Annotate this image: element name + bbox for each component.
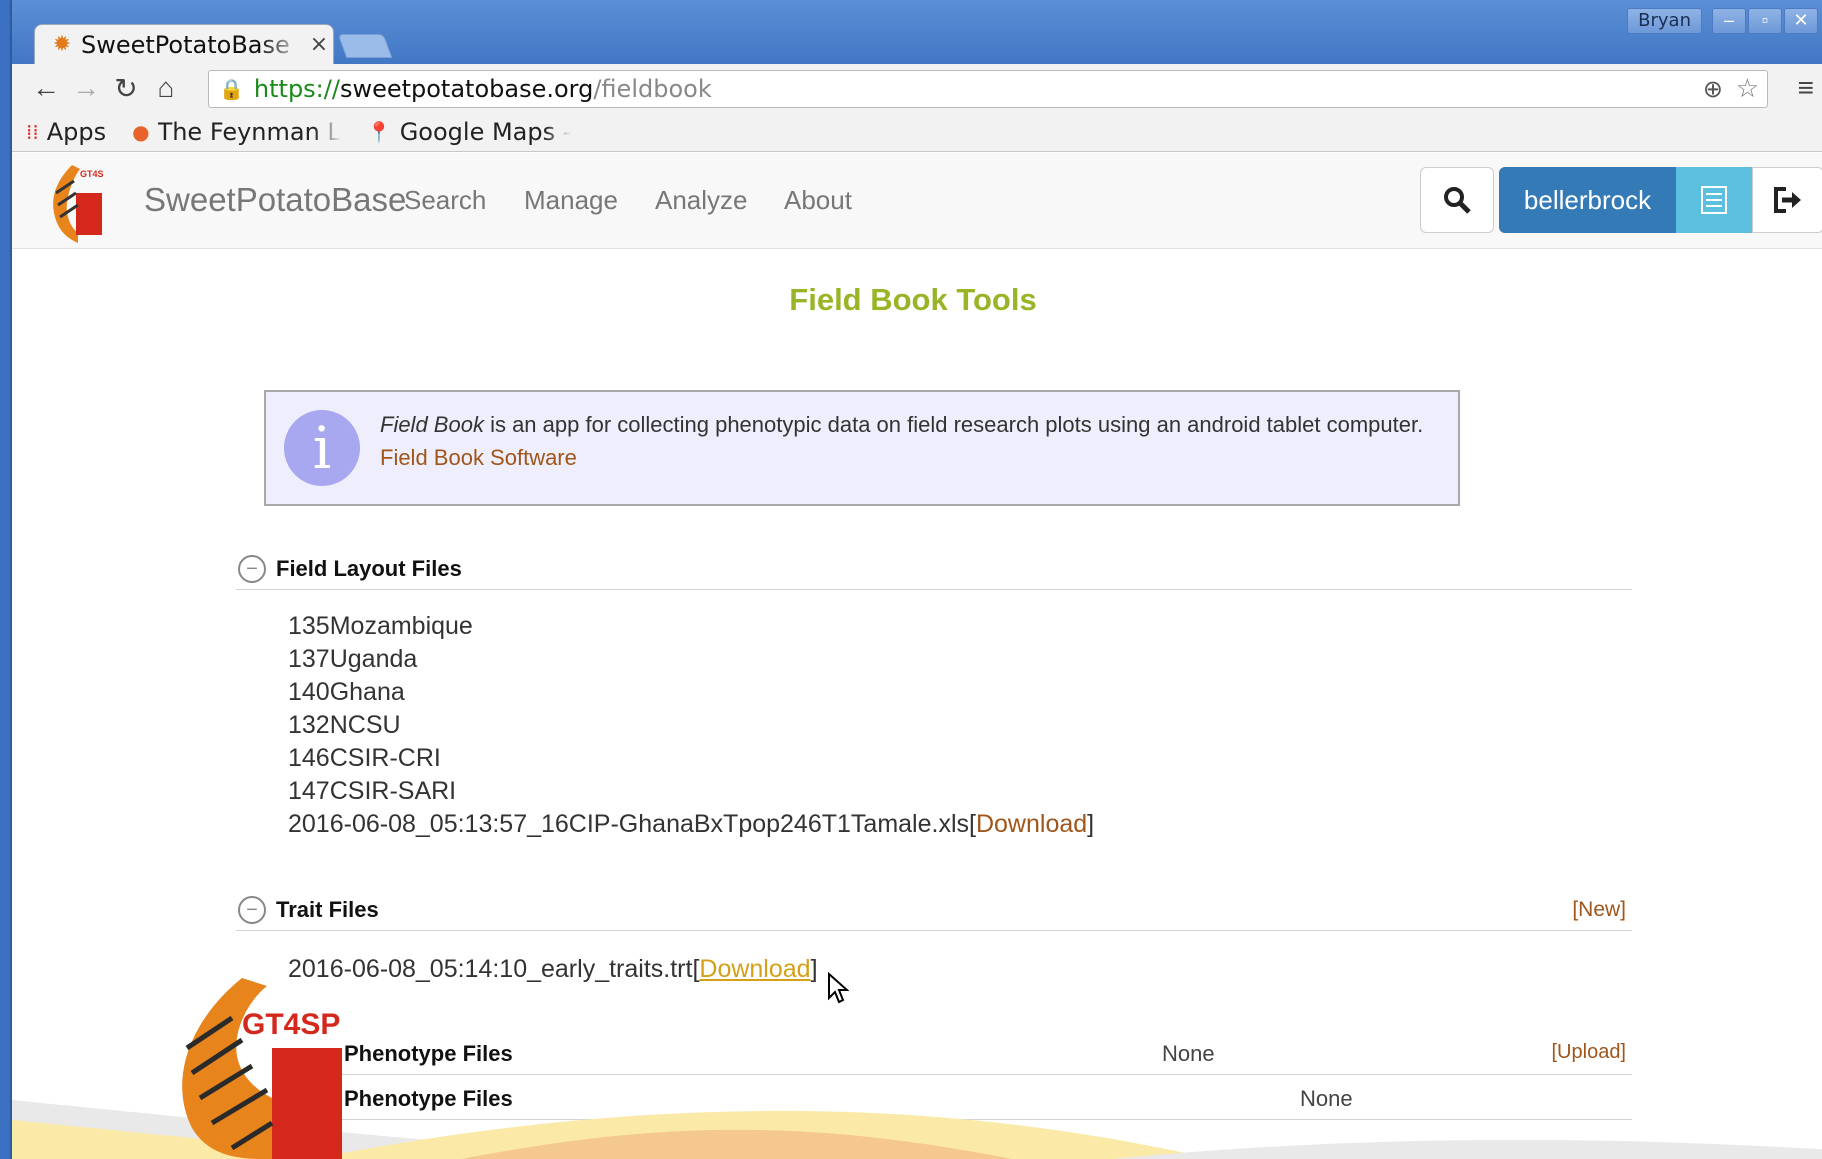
- sweetpotato-favicon-icon: ✹: [52, 32, 72, 57]
- row-label: Phenotype Files: [344, 1041, 513, 1066]
- gt4sp-logo-text: GT4SP: [242, 1008, 341, 1041]
- profile-chip[interactable]: Bryan: [1627, 8, 1702, 34]
- zoom-icon[interactable]: ⊕: [1703, 75, 1723, 103]
- nav-analyze[interactable]: Analyze: [655, 185, 748, 216]
- minimize-icon[interactable]: –: [1712, 8, 1746, 34]
- title-bar: ✹ SweetPotatoBase × Bryan – ▫ ✕: [12, 0, 1822, 64]
- trait-files-section-header[interactable]: − Trait Files [New]: [236, 889, 1632, 931]
- mouse-cursor-icon: [828, 972, 849, 1004]
- new-tab-button[interactable]: [337, 34, 393, 58]
- bookmark-google-maps[interactable]: 📍 Google Maps -: [367, 118, 572, 146]
- list-item[interactable]: 146CSIR-CRI: [288, 742, 1094, 775]
- address-bar[interactable]: 🔒 https://sweetpotatobase.org/fieldbook …: [208, 70, 1768, 108]
- field-layout-file-list: 135Mozambique 137Uganda 140Ghana 132NCSU…: [288, 610, 1094, 841]
- browser-toolbar: ← → ↻ ⌂ 🔒 https://sweetpotatobase.org/fi…: [12, 64, 1822, 112]
- lock-icon: 🔒: [219, 77, 244, 101]
- list-item: 2016-06-08_05:13:57_16CIP-GhanaBxTpop246…: [288, 810, 1095, 838]
- menu-icon[interactable]: ≡: [1798, 72, 1814, 104]
- bookmark-feynman[interactable]: ● The Feynman L: [132, 118, 341, 146]
- page-title: Field Book Tools: [789, 282, 1037, 317]
- file-name: 2016-06-08_05:14:10_early_traits.trt: [288, 955, 693, 983]
- maps-pin-icon: 📍: [366, 119, 392, 144]
- download-link[interactable]: Download: [976, 810, 1087, 838]
- list-item[interactable]: 147CSIR-SARI: [288, 775, 1094, 808]
- row-value: None: [1162, 1041, 1215, 1066]
- back-icon[interactable]: ←: [26, 68, 66, 108]
- logout-icon: [1774, 187, 1801, 213]
- bookmark-label: Google Maps -: [399, 117, 572, 146]
- svg-text:GT4SP: GT4SP: [80, 169, 104, 179]
- upload-link[interactable]: [Upload]: [1552, 1041, 1627, 1064]
- info-description: is an app for collecting phenotypic data…: [483, 412, 1424, 437]
- list-item: 2016-06-08_05:14:10_early_traits.trt[Dow…: [288, 955, 818, 983]
- info-icon: i: [284, 410, 360, 486]
- field-layout-section-header[interactable]: − Field Layout Files: [236, 548, 1632, 590]
- logout-button[interactable]: [1752, 167, 1822, 233]
- info-text: Field Book is an app for collecting phen…: [380, 412, 1423, 438]
- home-icon[interactable]: ⌂: [146, 68, 186, 108]
- gt4sp-footer-logo: [182, 978, 342, 1159]
- user-button[interactable]: bellerbrock: [1499, 167, 1676, 233]
- url-host: sweetpotatobase.org: [339, 75, 594, 103]
- field-book-software-link[interactable]: Field Book Software: [380, 445, 577, 471]
- bookmark-label: Apps: [46, 117, 107, 146]
- info-app-name: Field Book: [380, 412, 484, 437]
- bookmark-label: The Feynman L: [157, 117, 341, 146]
- url-scheme: https://: [253, 75, 340, 103]
- bookmarks-bar: ⁞⁞ Apps ● The Feynman L 📍 Google Maps -: [12, 112, 1822, 152]
- section-label: Field Layout Files: [276, 555, 462, 581]
- browser-tab[interactable]: ✹ SweetPotatoBase ×: [34, 24, 334, 64]
- new-trait-link[interactable]: [New]: [1572, 898, 1626, 922]
- file-name: 2016-06-08_05:13:57_16CIP-GhanaBxTpop246…: [288, 810, 970, 838]
- list-item[interactable]: 140Ghana: [288, 676, 1094, 709]
- site-brand[interactable]: SweetPotatoBase: [144, 181, 406, 219]
- info-box: i Field Book is an app for collecting ph…: [264, 390, 1460, 506]
- list-item[interactable]: 132NCSU: [288, 709, 1094, 742]
- bookmark-apps[interactable]: ⁞⁞ Apps: [26, 118, 106, 146]
- sweetpotatobase-logo[interactable]: GT4SP: [44, 163, 104, 243]
- browser-window: ✹ SweetPotatoBase × Bryan – ▫ ✕ ← → ↻ ⌂ …: [10, 0, 1822, 1159]
- section-label: Trait Files: [276, 896, 379, 922]
- nav-search[interactable]: Search: [404, 185, 486, 216]
- search-icon: [1444, 187, 1471, 214]
- trait-file-list: 2016-06-08_05:14:10_early_traits.trt[Dow…: [288, 953, 818, 986]
- nav-about[interactable]: About: [784, 185, 852, 216]
- collapse-icon[interactable]: −: [238, 554, 266, 583]
- tab-title: SweetPotatoBase: [81, 30, 290, 59]
- bookmark-star-icon[interactable]: ☆: [1736, 74, 1759, 104]
- maximize-icon[interactable]: ▫: [1748, 8, 1782, 34]
- tab-close-icon[interactable]: ×: [305, 32, 333, 57]
- phenotype-files-row: Phenotype Files None [Upload]: [342, 1031, 1632, 1075]
- collapse-icon[interactable]: −: [238, 895, 266, 924]
- url-path: /fieldbook: [593, 75, 712, 103]
- feynman-icon: ●: [132, 119, 150, 144]
- list-item[interactable]: 135Mozambique: [288, 610, 1094, 643]
- forward-icon[interactable]: →: [66, 68, 106, 108]
- site-navbar: GT4SP SweetPotatoBase Search Manage Anal…: [12, 153, 1822, 249]
- search-button[interactable]: [1420, 167, 1494, 233]
- nav-manage[interactable]: Manage: [524, 185, 618, 216]
- reload-icon[interactable]: ↻: [106, 68, 146, 108]
- download-link[interactable]: Download: [699, 955, 810, 983]
- lists-button[interactable]: [1676, 167, 1752, 233]
- window-close-icon[interactable]: ✕: [1784, 8, 1818, 34]
- list-item[interactable]: 137Uganda: [288, 643, 1094, 676]
- list-icon: [1701, 186, 1727, 214]
- apps-grid-icon: ⁞⁞: [26, 119, 39, 144]
